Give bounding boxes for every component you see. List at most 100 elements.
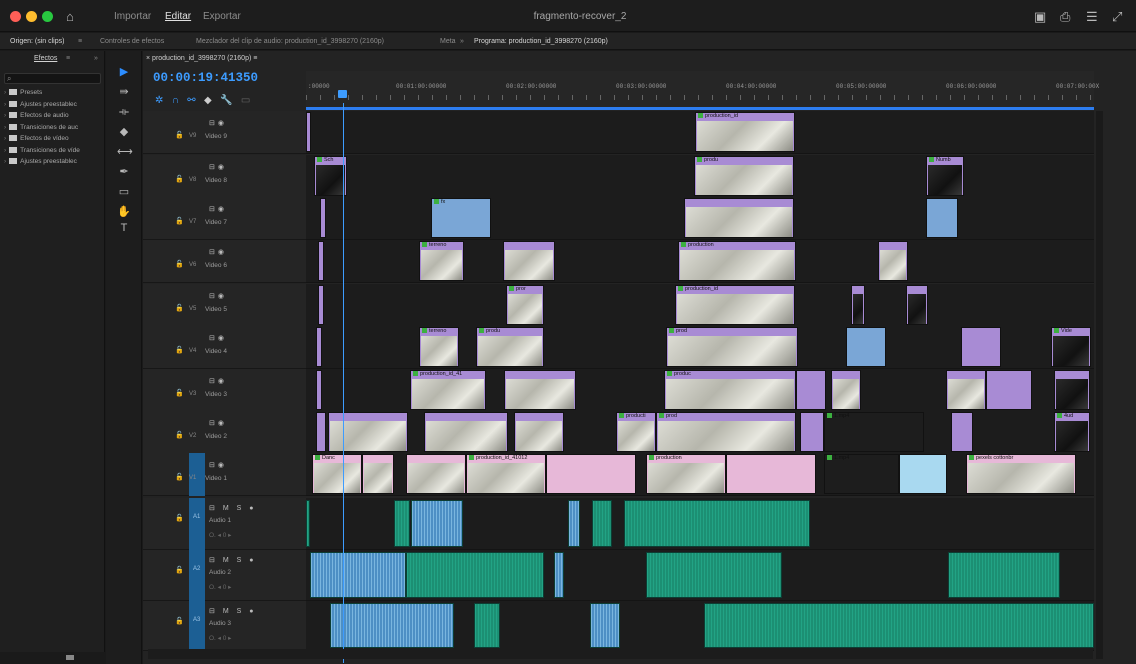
video-clip[interactable]: production — [678, 241, 796, 281]
video-clip[interactable]: 1.mp4 — [824, 454, 899, 494]
playhead-handle[interactable] — [338, 90, 347, 98]
video-clip[interactable]: 1.mp4 — [824, 412, 924, 452]
mute-solo-buttons[interactable]: M S — [223, 608, 244, 615]
effects-tree-item[interactable]: › Presets — [4, 89, 104, 99]
video-track-lane[interactable]: producti prod 1.mp4 4ud — [306, 411, 1094, 454]
video-clip[interactable] — [946, 370, 986, 410]
video-clip[interactable]: prod — [666, 327, 798, 367]
eye-icon[interactable]: ◉ — [218, 378, 227, 385]
video-track-lane[interactable]: production_id_41 produc — [306, 369, 1094, 412]
mic-icon[interactable]: ● — [244, 608, 256, 615]
tab-editar[interactable]: Editar — [165, 11, 191, 22]
effects-tree-item[interactable]: › Transiciones de auc — [4, 124, 104, 134]
effects-search-input[interactable]: ⌕ — [4, 73, 101, 84]
video-track-lane[interactable]: terreno production — [306, 240, 1094, 283]
effects-menu-icon[interactable]: ≡ — [66, 55, 70, 62]
tab-source[interactable]: Origen: (sin clips) — [10, 38, 64, 45]
expand-arrow-icon[interactable]: › — [4, 158, 6, 165]
toggle-sync-icon[interactable]: ⊟ — [209, 249, 218, 256]
audio-clip[interactable] — [568, 500, 580, 547]
fullscreen-icon[interactable]: ⤢ — [1112, 9, 1122, 25]
mute-solo-buttons[interactable]: M S — [223, 557, 244, 564]
toggle-sync-icon[interactable]: ⊟ — [209, 462, 218, 469]
toggle-sync-icon[interactable]: ⊟ — [209, 293, 218, 300]
track-target[interactable] — [189, 498, 205, 550]
timecode-display[interactable]: 00:00:19:41350 — [153, 71, 258, 85]
video-clip[interactable] — [503, 241, 555, 281]
toggle-sync-icon[interactable]: ⊟ — [209, 206, 218, 213]
video-clip[interactable] — [1054, 370, 1090, 410]
track-mute-solo[interactable]: ⊟ M S ● — [209, 607, 256, 615]
video-clip[interactable]: prod — [656, 412, 796, 452]
track-mute-solo[interactable]: ⊟ M S ● — [209, 556, 256, 564]
video-clip[interactable]: production_id_41012 — [466, 454, 546, 494]
volume-control[interactable]: O. ◂ 0 ▸ — [209, 634, 231, 642]
tab-effects[interactable]: Efectos — [34, 55, 57, 62]
rectangle-tool-icon[interactable]: ▭ — [117, 185, 131, 199]
video-clip[interactable] — [831, 370, 861, 410]
video-clip[interactable]: produc — [664, 370, 796, 410]
video-clip[interactable]: produ — [476, 327, 544, 367]
audio-clip[interactable] — [330, 603, 454, 648]
hand-tool-icon[interactable]: ✋ — [117, 205, 131, 219]
lock-icon[interactable]: 🔓 — [175, 346, 184, 354]
track-header-audio[interactable]: 🔓 A1 ⊟ M S ● Audio 1 O. ◂ 0 ▸ — [143, 498, 306, 550]
audio-clip[interactable] — [948, 552, 1060, 598]
audio-clip[interactable] — [590, 603, 620, 648]
eye-icon[interactable]: ◉ — [218, 206, 227, 213]
lock-icon[interactable]: 🔓 — [175, 217, 184, 225]
horizontal-scrollbar[interactable] — [148, 649, 1093, 659]
ripple-edit-tool-icon[interactable]: ⟛ — [117, 105, 131, 119]
audio-clip[interactable] — [592, 500, 612, 547]
video-track-lane[interactable]: fx — [306, 197, 1094, 240]
wrench-icon[interactable]: 🔧 — [220, 95, 232, 106]
video-clip[interactable]: 4ud — [1054, 412, 1090, 452]
audio-clip[interactable] — [474, 603, 500, 648]
eye-icon[interactable]: ◉ — [218, 293, 227, 300]
video-clip[interactable] — [800, 412, 824, 452]
toggle-sync-icon[interactable]: ⊟ — [209, 120, 218, 127]
effects-tree-item[interactable]: › Ajustes preestablec — [4, 101, 104, 111]
workspace-icon[interactable]: ▣ — [1034, 9, 1046, 25]
vertical-scrollbar[interactable] — [1096, 111, 1103, 659]
audio-clip[interactable] — [306, 500, 310, 547]
toggle-sync-icon[interactable]: ⊟ — [209, 378, 218, 385]
panel-menu-icon[interactable]: ≡ — [78, 38, 82, 45]
video-clip[interactable] — [684, 198, 794, 238]
eye-icon[interactable]: ◉ — [218, 420, 227, 427]
eye-icon[interactable]: ◉ — [218, 249, 227, 256]
video-clip[interactable] — [306, 112, 311, 152]
sync-icon[interactable]: ⊟ — [209, 557, 223, 564]
track-header-audio[interactable]: 🔓 A3 ⊟ M S ● Audio 3 O. ◂ 0 ▸ — [143, 601, 306, 651]
expand-arrow-icon[interactable]: › — [4, 135, 6, 142]
zoom-scrollbar[interactable] — [306, 107, 1094, 110]
video-clip[interactable] — [406, 454, 466, 494]
tab-exportar[interactable]: Exportar — [203, 11, 241, 22]
audio-clip[interactable] — [554, 552, 564, 598]
sync-icon[interactable]: ⊟ — [209, 505, 223, 512]
video-clip[interactable] — [318, 241, 324, 281]
captions-icon[interactable]: ▭ — [241, 95, 250, 106]
audio-track-lane[interactable] — [306, 550, 1094, 601]
effects-tree-item[interactable]: › Efectos de vídeo — [4, 135, 104, 145]
volume-control[interactable]: O. ◂ 0 ▸ — [209, 531, 231, 539]
audio-clip[interactable] — [704, 603, 1094, 648]
type-tool-icon[interactable]: T — [117, 221, 131, 235]
home-icon[interactable]: ⌂ — [66, 9, 74, 24]
eye-icon[interactable]: ◉ — [218, 164, 227, 171]
volume-control[interactable]: O. ◂ 0 ▸ — [209, 583, 231, 591]
video-clip[interactable] — [961, 327, 1001, 367]
video-clip[interactable] — [851, 285, 865, 325]
expand-arrow-icon[interactable]: › — [4, 89, 6, 96]
more-panels-icon[interactable]: » — [460, 38, 464, 45]
lock-icon[interactable]: 🔓 — [175, 566, 184, 574]
lock-icon[interactable]: 🔓 — [175, 260, 184, 268]
video-track-lane[interactable]: pror production_id — [306, 284, 1094, 327]
more-panels-icon[interactable]: » — [94, 55, 98, 62]
eye-icon[interactable]: ◉ — [218, 335, 227, 342]
track-mute-solo[interactable]: ⊟ M S ● — [209, 504, 256, 512]
video-clip[interactable] — [546, 454, 636, 494]
video-track-lane[interactable]: production_id — [306, 111, 1094, 154]
track-header-video[interactable]: ⊟◉ 🔓 V8 Video 8 — [143, 155, 306, 198]
tab-audio-clip-mixer[interactable]: Mezclador del clip de audio: production_… — [196, 38, 384, 45]
